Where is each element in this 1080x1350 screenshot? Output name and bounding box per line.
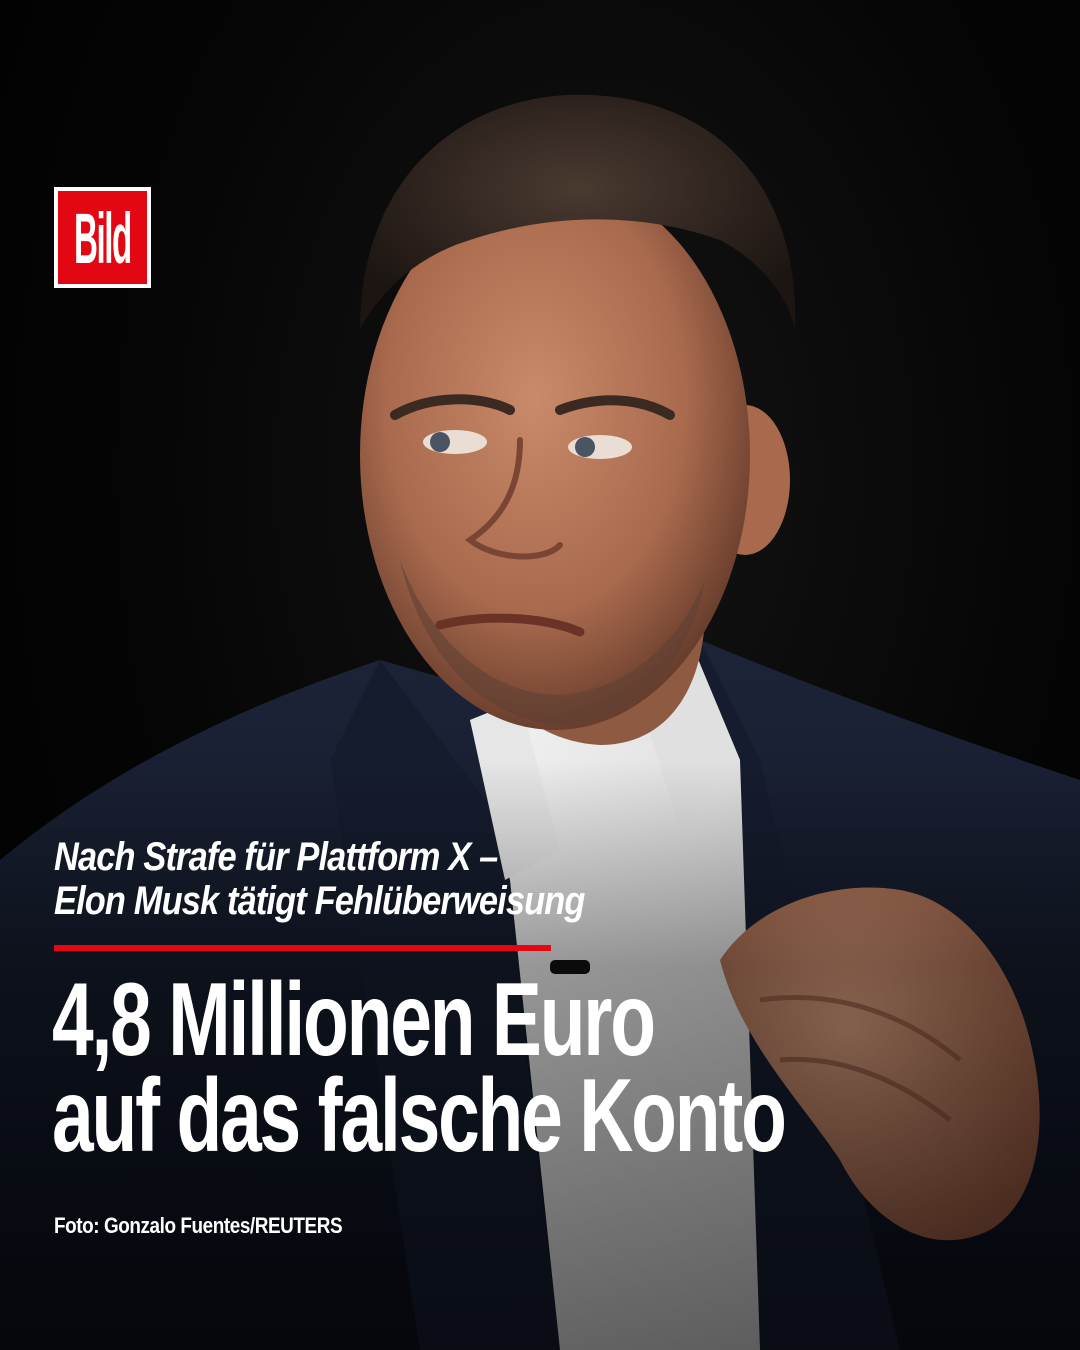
kicker-line-1: Nach Strafe für Plattform X – — [54, 835, 498, 879]
headline-line-2: auf das falsche Konto — [52, 1058, 787, 1174]
bild-logo: Bild — [54, 187, 151, 288]
photo-credit: Foto: Gonzalo Fuentes/REUTERS — [54, 1213, 343, 1238]
kicker-line-2: Elon Musk tätigt Fehlüberweisung — [54, 879, 585, 923]
red-divider — [54, 945, 551, 951]
logo-text: Bild — [74, 197, 132, 278]
headline: 4,8 Millionen Euro auf das falsche Konto — [52, 962, 787, 1174]
headline-line-1: 4,8 Millionen Euro — [52, 962, 656, 1078]
kicker: Nach Strafe für Plattform X – Elon Musk … — [54, 835, 828, 923]
post-canvas: Bild Nach Strafe für Plattform X – Elon … — [0, 0, 1080, 1350]
